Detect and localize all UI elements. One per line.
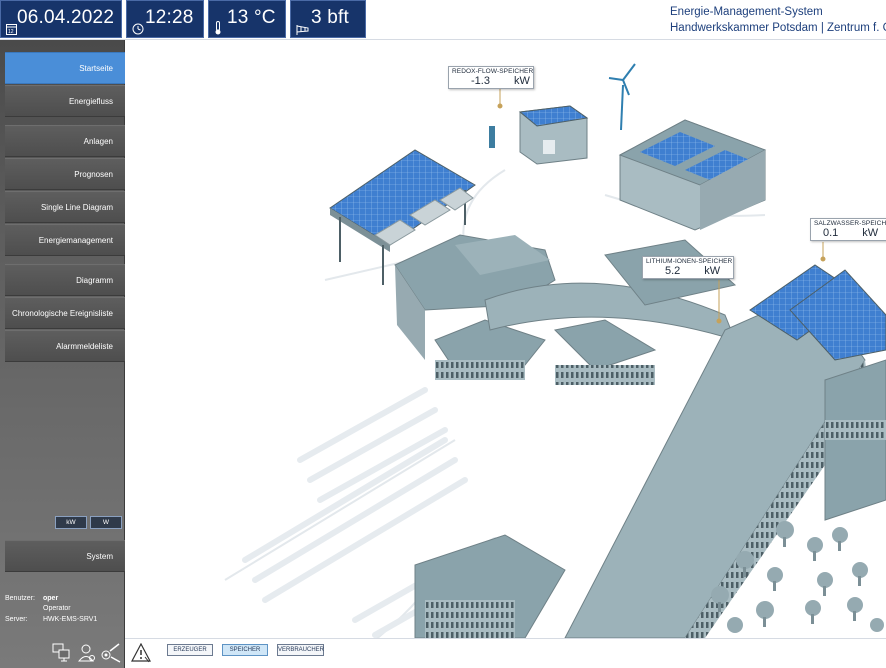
filter-bar: ERZEUGER SPEICHER VERBRAUCHER bbox=[125, 638, 886, 668]
lithium-ionen-unit: kW bbox=[704, 265, 721, 277]
nav-energiefluss[interactable]: Energiefluss bbox=[5, 85, 125, 117]
salzwasser-unit: kW bbox=[862, 227, 879, 239]
system-title-line2: Handwerkskammer Potsdam | Zentrum f. Gew bbox=[670, 22, 886, 34]
campus-map: REDOX-FLOW-SPEICHER -1.3 kW LITHIUM-IONEN… bbox=[125, 40, 886, 638]
computers-icon[interactable] bbox=[52, 642, 72, 664]
date-tile: 12 06.04.2022 bbox=[0, 0, 122, 38]
date-value: 06.04.2022 bbox=[17, 7, 115, 28]
nav-single-line-diagram[interactable]: Single Line Diagram bbox=[5, 191, 125, 223]
server-name: HWK-EMS-SRV1 bbox=[43, 616, 98, 623]
redox-flow-title: REDOX-FLOW-SPEICHER bbox=[452, 68, 534, 75]
user-icon[interactable] bbox=[78, 642, 96, 664]
time-value: 12:28 bbox=[145, 7, 194, 28]
svg-text:12: 12 bbox=[8, 29, 14, 35]
wind-turbine bbox=[608, 63, 636, 131]
warning-triangle-icon[interactable] bbox=[131, 643, 151, 663]
time-tile: 12:28 bbox=[126, 0, 204, 38]
server-label: Server: bbox=[5, 616, 28, 623]
nav-diagramm[interactable]: Diagramm bbox=[5, 264, 125, 296]
lithium-ionen-callout[interactable]: LITHIUM-IONEN-SPEICHER 5.2 kW bbox=[642, 256, 734, 279]
redox-flow-unit: kW bbox=[513, 75, 530, 87]
unit-w-button[interactable]: W bbox=[90, 516, 122, 529]
unit-kw-button[interactable]: kW bbox=[55, 516, 87, 529]
user-info: Benutzer: oper Operator Server: HWK-EMS-SR… bbox=[5, 594, 97, 625]
salzwasser-value: 0.1 bbox=[823, 227, 839, 239]
user-label: Benutzer: bbox=[5, 595, 35, 602]
charging-station bbox=[489, 126, 495, 148]
system-title-line1: Energie-Management-System bbox=[670, 6, 823, 18]
nav-system[interactable]: System bbox=[5, 540, 125, 572]
lithium-ionen-title: LITHIUM-IONEN-SPEICHER bbox=[646, 258, 733, 265]
lithium-ionen-value: 5.2 bbox=[665, 265, 681, 277]
clock-icon bbox=[132, 23, 144, 35]
nav-anlagen[interactable]: Anlagen bbox=[5, 125, 125, 157]
system-title: Energie-Management-System Handwerkskamme… bbox=[670, 4, 886, 36]
sidebar: Startseite Energiefluss Anlagen Prognose… bbox=[0, 40, 125, 668]
tools-icon[interactable] bbox=[100, 642, 122, 664]
temperature-tile: 13 °C bbox=[208, 0, 286, 38]
app-window: 12 06.04.2022 12:28 13 °C 3 bft Energie-… bbox=[0, 0, 886, 668]
office-building-pv bbox=[618, 119, 767, 231]
user-name: oper bbox=[43, 595, 59, 602]
wind-value: 3 bft bbox=[311, 7, 349, 28]
calendar-icon: 12 bbox=[6, 24, 17, 35]
filter-verbraucher-button[interactable]: VERBRAUCHER bbox=[277, 644, 324, 656]
nav-startseite[interactable]: Startseite bbox=[5, 52, 125, 84]
lower-building bbox=[414, 534, 566, 638]
campus-illustration bbox=[224, 63, 886, 638]
redox-building bbox=[518, 105, 589, 165]
bottom-icon-group bbox=[52, 642, 122, 664]
thermometer-icon bbox=[215, 21, 221, 35]
user-role: Operator bbox=[43, 604, 71, 612]
header-bar: 12 06.04.2022 12:28 13 °C 3 bft Energie-… bbox=[0, 0, 886, 40]
salzwasser-callout[interactable]: SALZWASSER-SPEICHE 0.1 kW bbox=[810, 218, 886, 241]
filter-erzeuger-button[interactable]: ERZEUGER bbox=[167, 644, 213, 656]
redox-flow-callout[interactable]: REDOX-FLOW-SPEICHER -1.3 kW bbox=[448, 66, 534, 89]
nav-alarmmeldeliste[interactable]: Alarmmeldeliste bbox=[5, 330, 125, 362]
temperature-value: 13 °C bbox=[227, 7, 276, 28]
nav-chronologische-ereignisliste[interactable]: Chronologische Ereignisliste bbox=[5, 297, 125, 329]
wind-sock-icon bbox=[296, 25, 309, 35]
filter-speicher-button[interactable]: SPEICHER bbox=[222, 644, 268, 656]
salzwasser-title: SALZWASSER-SPEICHE bbox=[814, 220, 886, 227]
nav-energiemanagement[interactable]: Energiemanagement bbox=[5, 224, 125, 256]
wind-tile: 3 bft bbox=[290, 0, 366, 38]
nav-prognosen[interactable]: Prognosen bbox=[5, 158, 125, 190]
redox-flow-value: -1.3 bbox=[471, 75, 490, 87]
